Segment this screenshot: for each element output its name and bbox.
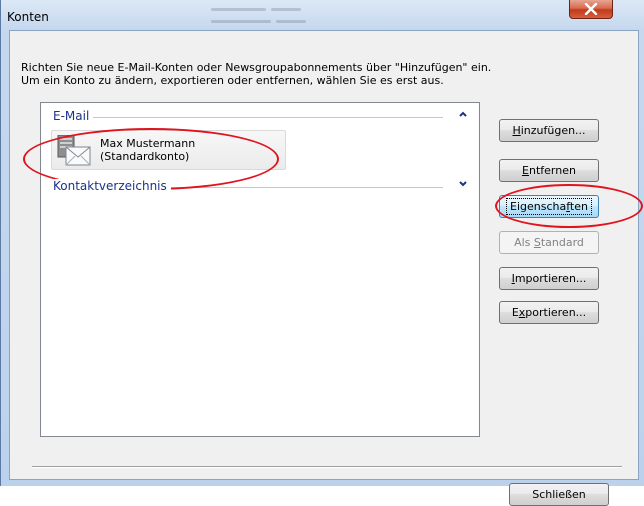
add-button-label: Hinzufügen... [512, 124, 586, 137]
dialog-client-area: Richten Sie neue E-Mail-Konten oder News… [9, 30, 639, 506]
group-label-contact-directory: Kontaktverzeichnis [53, 179, 171, 193]
set-default-button[interactable]: Als Standard [499, 231, 599, 254]
export-button-label: Exportieren... [511, 306, 587, 319]
instructions-line-1: Richten Sie neue E-Mail-Konten oder News… [21, 61, 492, 74]
accounts-dialog-window: Konten Richten Sie neue E-Mail-Konten od… [0, 0, 644, 506]
import-button[interactable]: Importieren... [499, 267, 599, 290]
group-header-email[interactable]: E-Mail [53, 109, 473, 123]
account-name: Max Mustermann [100, 137, 196, 150]
account-item-max-mustermann[interactable]: Max Mustermann (Standardkonto) [51, 130, 286, 170]
close-icon [584, 3, 598, 15]
chevron-up-icon[interactable] [457, 108, 469, 120]
instructions-line-2: Um ein Konto zu ändern, exportieren oder… [21, 74, 444, 87]
add-button[interactable]: Hinzufügen... [499, 119, 599, 142]
remove-button[interactable]: Entfernen [499, 159, 599, 182]
footer-separator [32, 466, 622, 468]
export-button[interactable]: Exportieren... [499, 301, 599, 324]
window-close-button[interactable] [569, 0, 613, 19]
group-label-email: E-Mail [53, 109, 94, 123]
title-bar[interactable]: Konten [1, 0, 644, 30]
close-dialog-button-label: Schließen [532, 488, 586, 501]
group-header-contact-directory[interactable]: Kontaktverzeichnis [53, 179, 473, 193]
account-text: Max Mustermann (Standardkonto) [100, 137, 195, 163]
chevron-down-icon[interactable] [457, 178, 469, 190]
accounts-list[interactable]: E-Mail Max Mustermann (Standardkonto) Ko… [40, 102, 480, 437]
window-title: Konten [7, 10, 49, 24]
properties-button-label: Eigenschaften [506, 198, 592, 215]
remove-button-label: Entfernen [522, 164, 576, 177]
account-default-note: (Standardkonto) [100, 150, 190, 163]
group-divider [53, 117, 443, 118]
close-dialog-button[interactable]: Schließen [509, 483, 609, 506]
properties-button[interactable]: Eigenschaften [499, 195, 599, 218]
blurred-background-text [201, 0, 371, 30]
instructions: Richten Sie neue E-Mail-Konten oder News… [21, 61, 601, 87]
import-button-label: Importieren... [511, 272, 587, 285]
mail-server-icon [57, 135, 91, 166]
set-default-button-label: Als Standard [514, 236, 584, 249]
